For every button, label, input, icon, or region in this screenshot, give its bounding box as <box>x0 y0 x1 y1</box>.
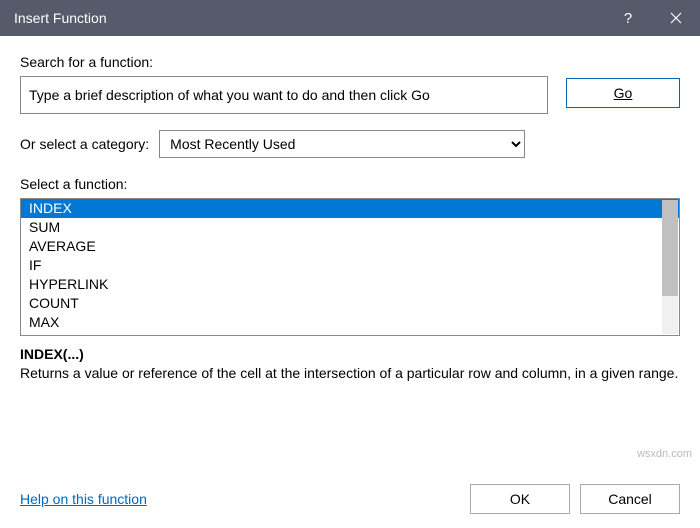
category-row: Or select a category: Most Recently Used <box>20 130 680 158</box>
titlebar: Insert Function ? <box>0 0 700 36</box>
category-select[interactable]: Most Recently Used <box>159 130 525 158</box>
list-item[interactable]: IF <box>21 256 679 275</box>
footer: Help on this function OK Cancel <box>0 484 700 514</box>
scroll-thumb[interactable] <box>662 200 678 296</box>
ok-button[interactable]: OK <box>470 484 570 514</box>
dialog-body: Search for a function: Go Or select a ca… <box>0 36 700 419</box>
window-title: Insert Function <box>14 10 604 26</box>
category-label: Or select a category: <box>20 136 149 152</box>
go-button[interactable]: Go <box>566 78 680 108</box>
function-signature: INDEX(...) <box>20 346 680 362</box>
list-item[interactable]: INDEX <box>21 199 679 218</box>
function-listbox[interactable]: INDEXSUMAVERAGEIFHYPERLINKCOUNTMAX <box>20 198 680 336</box>
close-icon[interactable] <box>652 0 700 36</box>
list-item[interactable]: SUM <box>21 218 679 237</box>
scrollbar[interactable] <box>662 200 678 334</box>
search-row: Go <box>20 76 680 114</box>
watermark: wsxdn.com <box>637 448 692 460</box>
function-list-label: Select a function: <box>20 176 680 192</box>
help-link[interactable]: Help on this function <box>20 491 460 507</box>
list-item[interactable]: HYPERLINK <box>21 275 679 294</box>
list-item[interactable]: AVERAGE <box>21 237 679 256</box>
list-item[interactable]: MAX <box>21 313 679 332</box>
list-item[interactable]: COUNT <box>21 294 679 313</box>
function-description: Returns a value or reference of the cell… <box>20 364 680 383</box>
search-input[interactable] <box>20 76 548 114</box>
cancel-button[interactable]: Cancel <box>580 484 680 514</box>
help-icon[interactable]: ? <box>604 0 652 36</box>
search-label: Search for a function: <box>20 54 680 70</box>
